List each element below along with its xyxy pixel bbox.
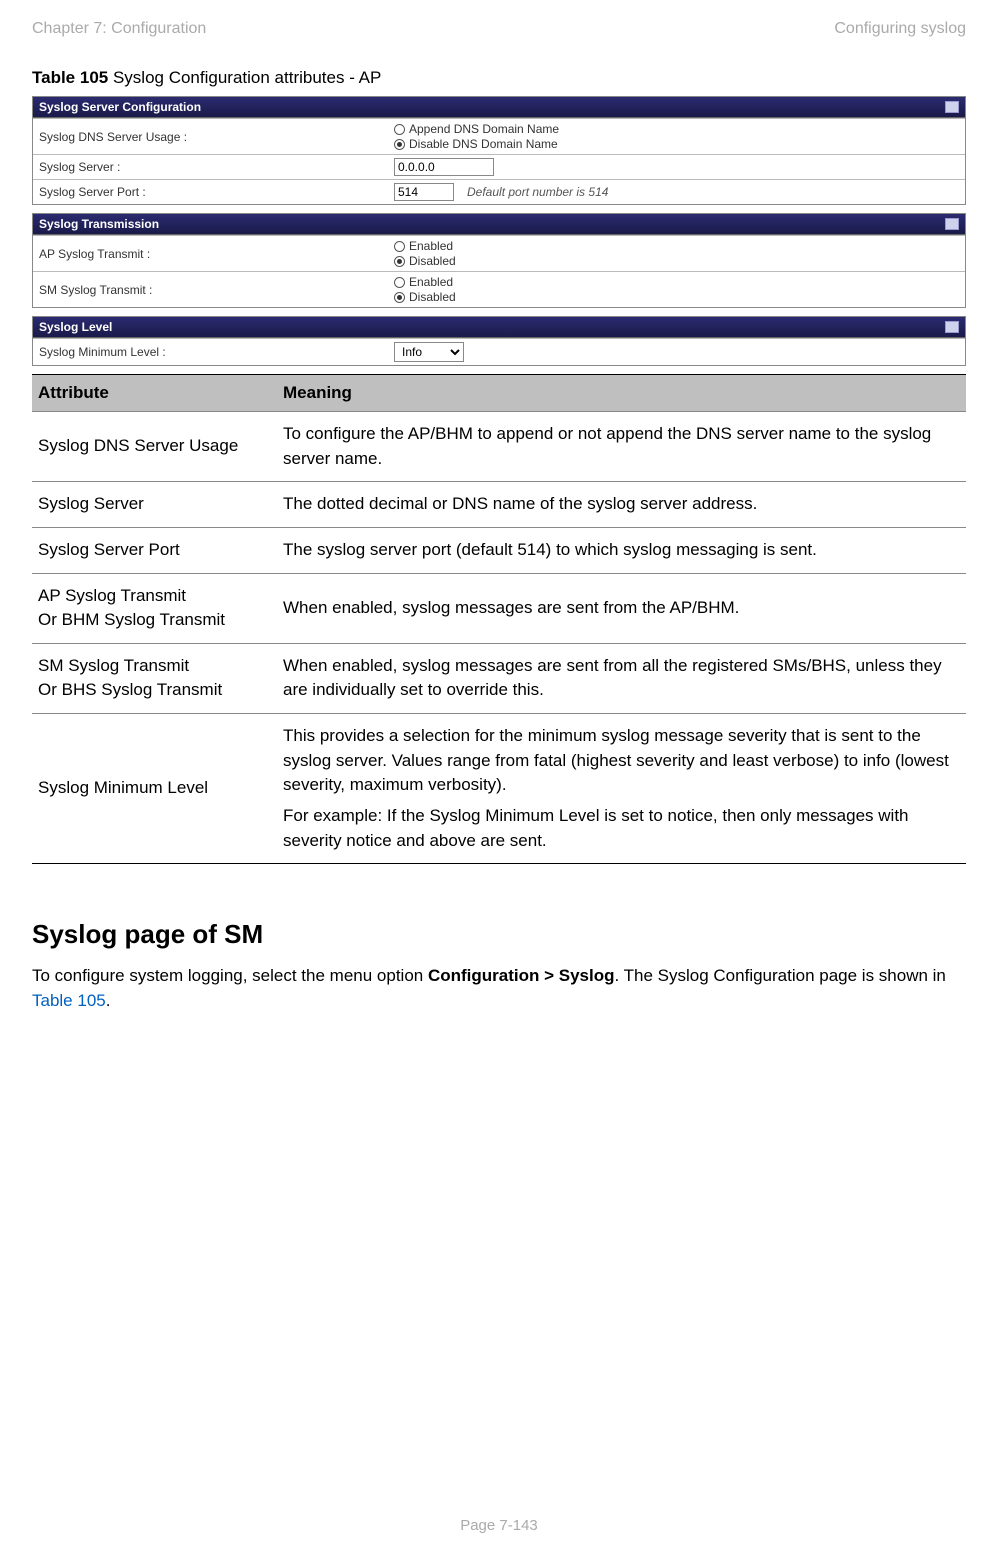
attributes-table: Attribute Meaning Syslog DNS Server Usag… [32,374,966,864]
attr-cell: Syslog DNS Server Usage [32,412,277,482]
radio-icon [394,241,405,252]
sm-transmit-label: SM Syslog Transmit : [39,283,394,297]
meaning-cell: When enabled, syslog messages are sent f… [277,643,966,713]
dns-usage-label: Syslog DNS Server Usage : [39,130,394,144]
append-dns-radio[interactable]: Append DNS Domain Name [394,122,559,136]
min-level-label: Syslog Minimum Level : [39,345,394,359]
meaning-p1: This provides a selection for the minimu… [283,724,960,798]
radio-icon [394,292,405,303]
port-note: Default port number is 514 [467,185,608,199]
radio-label: Enabled [409,275,453,289]
radio-label: Disabled [409,254,456,268]
attr-line1: SM Syslog Transmit [38,654,271,679]
panel-header: Syslog Server Configuration [33,97,965,118]
radio-icon [394,277,405,288]
syslog-server-input[interactable] [394,158,494,176]
ap-disabled-radio[interactable]: Disabled [394,254,456,268]
caption-bold: Table 105 [32,68,108,87]
meaning-cell: When enabled, syslog messages are sent f… [277,573,966,643]
meaning-cell: This provides a selection for the minimu… [277,714,966,864]
panel-title: Syslog Transmission [39,217,159,231]
col-meaning: Meaning [277,375,966,412]
syslog-port-label: Syslog Server Port : [39,185,394,199]
col-attribute: Attribute [32,375,277,412]
min-level-select[interactable]: Info [394,342,464,362]
p-pre: To configure system logging, select the … [32,966,428,985]
attr-cell: AP Syslog Transmit Or BHM Syslog Transmi… [32,573,277,643]
caption-rest: Syslog Configuration attributes - AP [108,68,381,87]
syslog-server-config-panel: Syslog Server Configuration Syslog DNS S… [32,96,966,205]
table-row: Syslog Minimum Level This provides a sel… [32,714,966,864]
disable-dns-radio[interactable]: Disable DNS Domain Name [394,137,559,151]
radio-label: Disabled [409,290,456,304]
attr-line2: Or BHM Syslog Transmit [38,608,271,633]
attr-cell: Syslog Server Port [32,527,277,573]
section-paragraph: To configure system logging, select the … [32,964,966,1013]
radio-icon [394,256,405,267]
table-row: Syslog Server Port The syslog server por… [32,527,966,573]
syslog-transmission-panel: Syslog Transmission AP Syslog Transmit :… [32,213,966,308]
attr-cell: Syslog Minimum Level [32,714,277,864]
meaning-p2: For example: If the Syslog Minimum Level… [283,804,960,853]
chapter-label: Chapter 7: Configuration [32,20,206,38]
ap-transmit-label: AP Syslog Transmit : [39,247,394,261]
syslog-server-label: Syslog Server : [39,160,394,174]
radio-icon [394,139,405,150]
p-bold: Configuration > Syslog [428,966,615,985]
section-label: Configuring syslog [834,20,966,38]
table-row: SM Syslog Transmit Or BHS Syslog Transmi… [32,643,966,713]
sm-enabled-radio[interactable]: Enabled [394,275,456,289]
panel-title: Syslog Level [39,320,112,334]
panel-header: Syslog Transmission [33,214,965,235]
collapse-icon[interactable] [945,218,959,230]
panel-header: Syslog Level [33,317,965,338]
syslog-port-input[interactable] [394,183,454,201]
collapse-icon[interactable] [945,101,959,113]
collapse-icon[interactable] [945,321,959,333]
radio-label: Disable DNS Domain Name [409,137,558,151]
sm-disabled-radio[interactable]: Disabled [394,290,456,304]
table-105-link[interactable]: Table 105 [32,991,106,1010]
table-caption: Table 105 Syslog Configuration attribute… [32,68,966,88]
attr-cell: SM Syslog Transmit Or BHS Syslog Transmi… [32,643,277,713]
panel-title: Syslog Server Configuration [39,100,201,114]
meaning-cell: The dotted decimal or DNS name of the sy… [277,482,966,528]
attr-cell: Syslog Server [32,482,277,528]
p-post: . [106,991,111,1010]
page-number: Page 7-143 [0,1517,998,1534]
syslog-level-panel: Syslog Level Syslog Minimum Level : Info [32,316,966,366]
p-mid: . The Syslog Configuration page is shown… [615,966,946,985]
attr-line1: AP Syslog Transmit [38,584,271,609]
table-row: Syslog DNS Server Usage To configure the… [32,412,966,482]
meaning-cell: The syslog server port (default 514) to … [277,527,966,573]
table-row: Syslog Server The dotted decimal or DNS … [32,482,966,528]
radio-label: Enabled [409,239,453,253]
radio-label: Append DNS Domain Name [409,122,559,136]
attr-line2: Or BHS Syslog Transmit [38,678,271,703]
ap-enabled-radio[interactable]: Enabled [394,239,456,253]
section-heading: Syslog page of SM [32,919,966,950]
radio-icon [394,124,405,135]
table-row: AP Syslog Transmit Or BHM Syslog Transmi… [32,573,966,643]
meaning-cell: To configure the AP/BHM to append or not… [277,412,966,482]
